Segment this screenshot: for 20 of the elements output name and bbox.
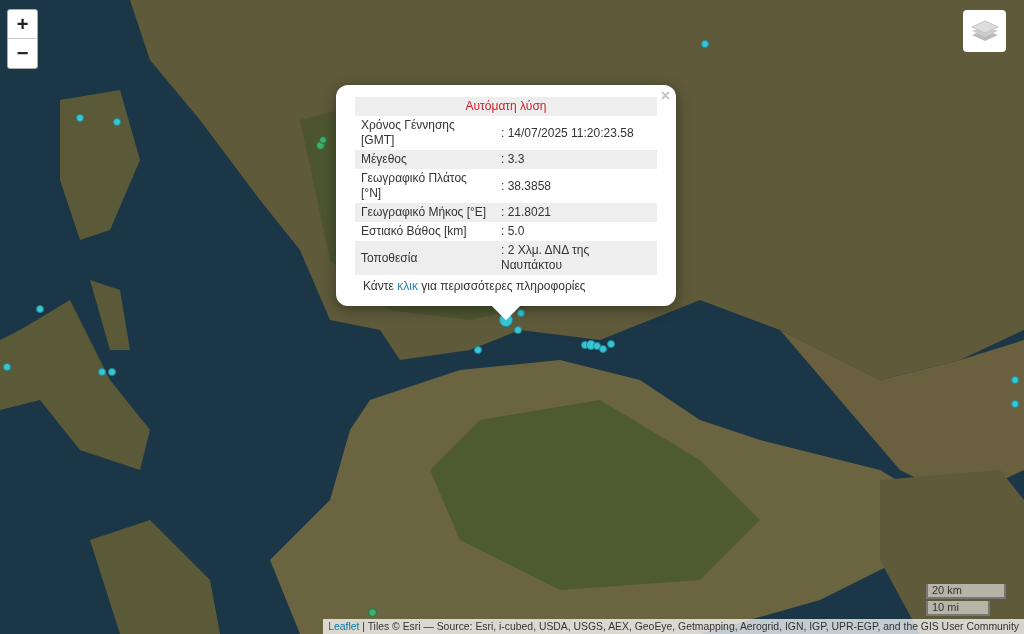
more-info-link[interactable]: κλικ bbox=[397, 279, 418, 293]
field-value: : 38.3858 bbox=[495, 169, 657, 203]
popup-title: Αυτόματη λύση bbox=[355, 97, 657, 116]
field-label: Τοποθεσία bbox=[355, 241, 495, 275]
zoom-in-button[interactable]: + bbox=[8, 10, 37, 39]
field-label: Χρόνος Γέννησης [GMT] bbox=[355, 116, 495, 150]
field-value: : 2 Χλμ. ΔΝΔ της Ναυπάκτου bbox=[495, 241, 657, 275]
field-label: Μέγεθος bbox=[355, 150, 495, 169]
field-label: Εστιακό Βάθος [km] bbox=[355, 222, 495, 241]
popup-footer-text: Κάντε κλικ για περισσότερες πληροφορίες bbox=[362, 278, 587, 294]
scale-bar: 20 km bbox=[926, 584, 1006, 599]
field-value: : 21.8021 bbox=[495, 203, 657, 222]
field-label: Γεωγραφικό Μήκος [°E] bbox=[355, 203, 495, 222]
field-value: : 14/07/2025 11:20:23.58 bbox=[495, 116, 657, 150]
field-label: Γεωγραφικό Πλάτος [°N] bbox=[355, 169, 495, 203]
attribution-text: Leaflet | Tiles © Esri — Source: Esri, i-cubed, USDA, USGS, AEX, GeoEye, Getmapping, Aerogrid, IGN, IGP, UPR-EGP, and the GIS User Community bbox=[323, 619, 1024, 634]
leaflet-link[interactable]: Leaflet bbox=[328, 621, 360, 632]
field-value: : 5.0 bbox=[495, 222, 657, 241]
scale-bar: 10 mi bbox=[926, 601, 990, 616]
field-value: : 3.3 bbox=[495, 150, 657, 169]
